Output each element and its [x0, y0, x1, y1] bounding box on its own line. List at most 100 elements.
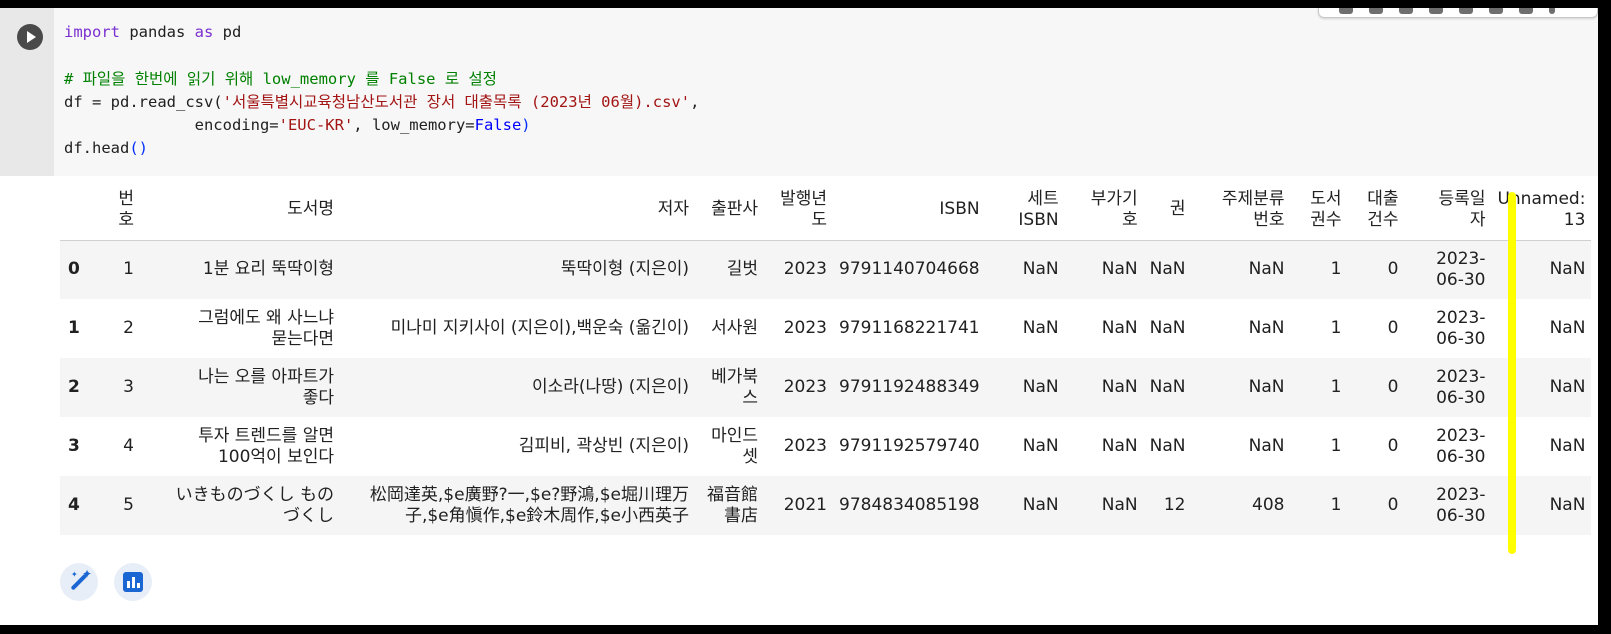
- table-cell: 2023: [783, 259, 827, 280]
- table-header-row: 번 호 도서명 저자 출판사 발행년 도 ISBN 세트 ISBN 부가기 호 권 주제분류 번호…: [60, 180, 1592, 241]
- table-cell: NaN: [1022, 377, 1059, 397]
- row-index: 3: [68, 436, 80, 456]
- magic-wand-button[interactable]: ✦ ✦: [60, 563, 98, 601]
- table-cell: NaN: [1549, 436, 1586, 456]
- code-token: encoding=: [64, 116, 279, 135]
- table-cell: 미나미 지키사이 (지은이),백운숙 (옮긴이): [390, 318, 689, 338]
- code-token: pd: [213, 23, 242, 41]
- move-up-icon[interactable]: [1339, 8, 1353, 14]
- table-cell: 2023- 06-30: [1436, 484, 1486, 526]
- table-cell: 1: [1330, 318, 1342, 338]
- code-token: ): [521, 116, 531, 135]
- link-icon[interactable]: [1399, 8, 1413, 14]
- table-cell: NaN: [1549, 377, 1586, 397]
- column-header: 저자: [340, 180, 695, 241]
- column-header: 대출 건수: [1347, 180, 1405, 241]
- table-cell: NaN: [1248, 377, 1285, 397]
- table-cell: NaN: [1248, 436, 1285, 456]
- code-token: pandas: [120, 23, 195, 41]
- table-cell: NaN: [1549, 318, 1586, 338]
- code-line-1: import pandas as pd: [64, 23, 241, 41]
- keyword-import: import: [64, 23, 120, 41]
- table-cell: NaN: [1022, 436, 1059, 456]
- table-cell: 그럼에도 왜 사느냐 묻는다면: [198, 307, 334, 349]
- cell-toolbar: [1318, 8, 1598, 18]
- column-header: 주제분류 번호: [1191, 180, 1291, 241]
- table-cell: 3: [123, 377, 134, 397]
- table-cell: 4: [123, 436, 134, 456]
- table-cell: 2023- 06-30: [1436, 366, 1486, 408]
- table-cell: 0: [1387, 377, 1399, 397]
- window-border-right: [1598, 0, 1611, 634]
- table-row: 4 5 いきものづくし もの づくし 松岡達英,$e廣野?一,$e?野鴻,$e堀川理万…: [60, 476, 1592, 535]
- row-index: 0: [68, 259, 80, 280]
- code-token: df.head: [64, 139, 130, 158]
- table-cell: NaN: [1149, 318, 1186, 338]
- mirror-icon[interactable]: [1489, 8, 1503, 14]
- table-cell: NaN: [1101, 436, 1138, 456]
- code-line-4: df = pd.read_csv('서울특별시교육청남산도서관 장서 대출목록 …: [64, 93, 699, 111]
- table-cell: NaN: [1149, 377, 1186, 397]
- table-cell: NaN: [1101, 259, 1138, 280]
- code-text: import pandas as pd ​ # 파일을 한번에 읽기 위해 lo…: [64, 21, 699, 161]
- table-cell: NaN: [1101, 377, 1138, 397]
- table-cell: 12: [1163, 495, 1186, 515]
- table-cell: 松岡達英,$e廣野?一,$e?野鴻,$e堀川理万 子,$e角愼作,$e鈴木周作,…: [369, 484, 689, 526]
- column-header: 도서명: [140, 180, 340, 241]
- table-cell: NaN: [1022, 318, 1059, 338]
- table-cell: NaN: [1549, 495, 1586, 515]
- table-cell: NaN: [1248, 318, 1285, 338]
- table-cell: 1: [1330, 377, 1342, 397]
- delete-icon[interactable]: [1519, 8, 1533, 14]
- more-icon[interactable]: [1549, 8, 1555, 14]
- row-index: 2: [68, 377, 80, 397]
- column-header: 도서 권수: [1290, 180, 1348, 241]
- code-token: , low_memory=: [353, 116, 475, 135]
- table-cell: 0: [1387, 495, 1399, 515]
- table-cell: NaN: [1248, 259, 1285, 280]
- settings-icon[interactable]: [1459, 8, 1473, 14]
- comment-icon[interactable]: [1429, 8, 1443, 14]
- table-cell: 1: [123, 259, 134, 280]
- table-cell: 9791168221741: [839, 318, 980, 338]
- column-header: 발행년 도: [764, 180, 833, 241]
- bool-false: False: [474, 116, 522, 135]
- string-filename: '서울특별시교육청남산도서관 장서 대출목록 (2023년 06월).csv': [222, 92, 691, 111]
- code-comment: # 파일을 한번에 읽기 위해 low_memory 를 False 로 설정: [64, 69, 497, 88]
- table-cell: 1분 요리 뚝딱이형: [202, 259, 334, 280]
- table-cell: NaN: [1022, 495, 1059, 515]
- table-cell: 2: [123, 318, 134, 338]
- table-cell: 2023: [783, 436, 827, 456]
- table-cell: NaN: [1149, 259, 1186, 280]
- cell-gutter: [0, 8, 54, 176]
- code-line-5: encoding='EUC-KR', low_memory=False): [64, 116, 531, 134]
- table-row: 3 4 투자 트렌드를 알면 100억이 보인다 김피비, 곽상빈 (지은이) 마인드 …: [60, 417, 1592, 476]
- index-header: [60, 180, 100, 241]
- column-header: 출판사: [695, 180, 764, 241]
- sparkle-icon: ✦: [71, 570, 78, 579]
- chart-button[interactable]: [114, 563, 152, 601]
- run-cell-button[interactable]: [17, 24, 43, 50]
- table-cell: NaN: [1549, 259, 1586, 280]
- notebook-cell: import pandas as pd ​ # 파일을 한번에 읽기 위해 lo…: [0, 8, 1598, 625]
- table-cell: 9791192488349: [839, 377, 980, 397]
- table-cell: 김피비, 곽상빈 (지은이): [518, 436, 689, 456]
- column-header: 권: [1143, 180, 1192, 241]
- table-row: 2 3 나는 오를 아파트가 좋다 이소라(나땅) (지은이) 베가북 스 2023 979…: [60, 358, 1592, 417]
- table-cell: 2021: [783, 495, 827, 515]
- code-editor[interactable]: import pandas as pd ​ # 파일을 한번에 읽기 위해 lo…: [54, 8, 1598, 176]
- table-cell: 9791192579740: [839, 436, 980, 456]
- table-cell: 서사원: [711, 318, 758, 338]
- table-cell: 5: [123, 495, 134, 515]
- move-down-icon[interactable]: [1369, 8, 1383, 14]
- window-border-top: [0, 0, 1611, 8]
- table-cell: 2023- 06-30: [1436, 248, 1486, 290]
- table-cell: 0: [1387, 436, 1399, 456]
- dataframe-table: 번 호 도서명 저자 출판사 발행년 도 ISBN 세트 ISBN 부가기 호 권 주제분류 번호…: [60, 180, 1592, 535]
- bar-chart-icon: [123, 572, 143, 592]
- table-cell: 1: [1330, 495, 1342, 515]
- column-header: ISBN: [833, 180, 986, 241]
- code-token: df = pd.read_csv(: [64, 92, 223, 111]
- keyword-as: as: [194, 23, 214, 41]
- table-cell: NaN: [1101, 318, 1138, 338]
